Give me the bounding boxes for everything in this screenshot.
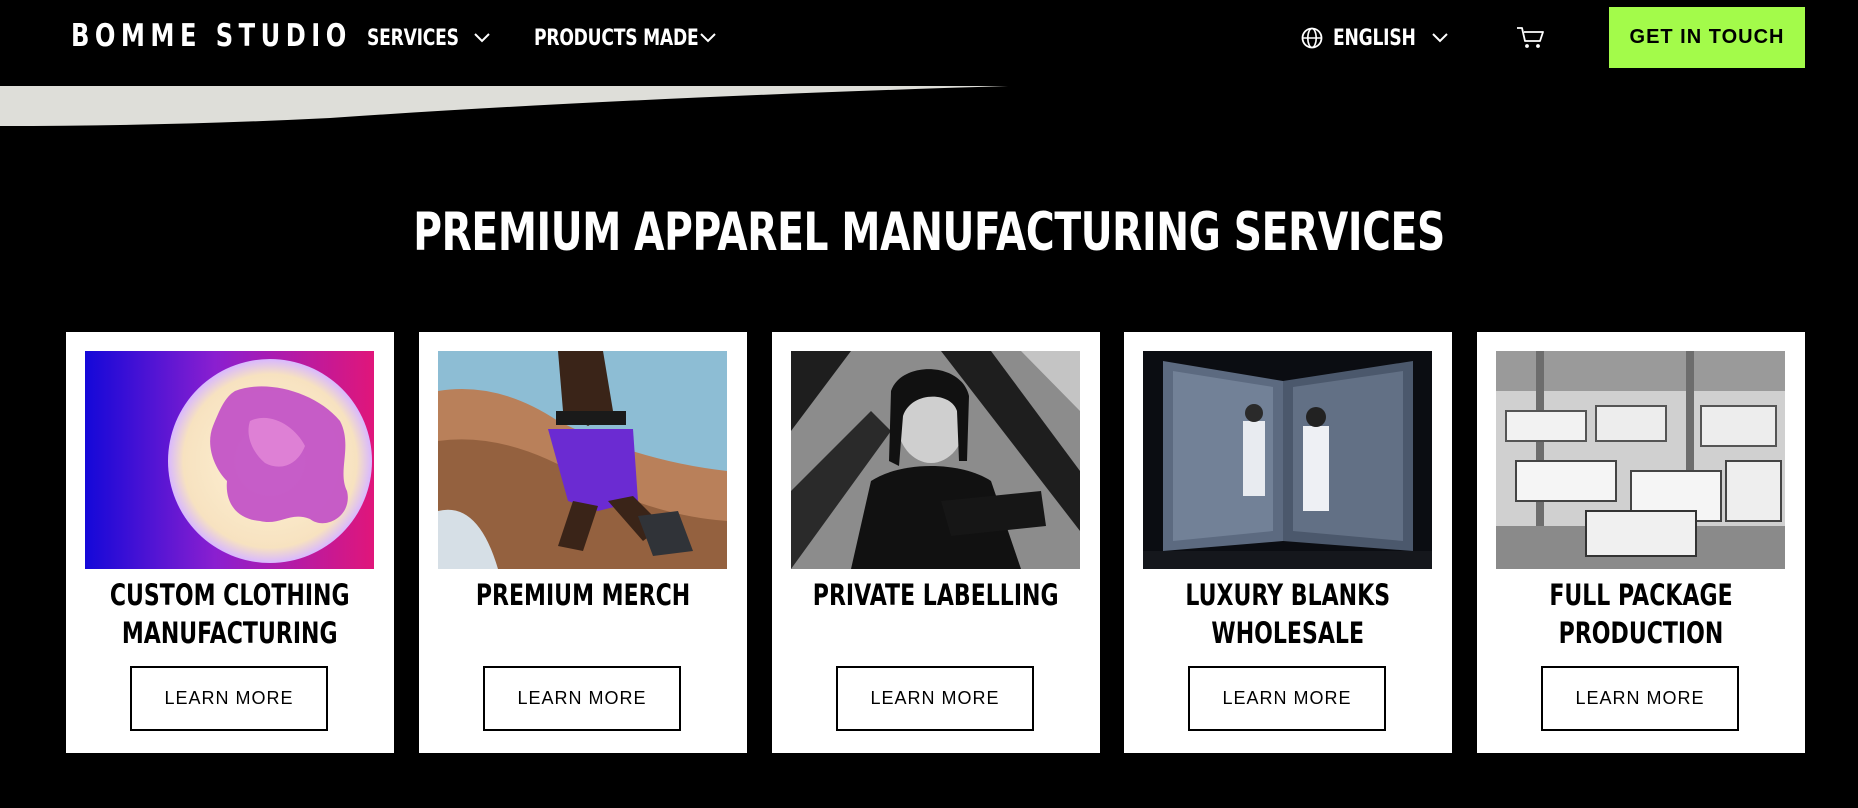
learn-more-button[interactable]: LEARN MORE	[483, 666, 681, 731]
learn-more-button[interactable]: LEARN MORE	[1188, 666, 1386, 731]
learn-more-button[interactable]: LEARN MORE	[836, 666, 1034, 731]
private-labelling-image	[791, 351, 1080, 569]
site-header: BOMME STUDIO SERVICES PRODUCTS MADE ENGL…	[0, 0, 1858, 76]
full-package-image	[1496, 351, 1785, 569]
decorative-swoosh	[0, 86, 1008, 126]
cart-icon[interactable]	[1516, 24, 1546, 52]
nav-services[interactable]: SERVICES	[367, 22, 490, 54]
custom-clothing-title: CUSTOM CLOTHING MANUFACTURING	[66, 576, 394, 652]
language-selector[interactable]: ENGLISH	[1333, 22, 1448, 54]
premium-merch-title-text: PREMIUM MERCH	[475, 578, 691, 612]
section-title-text: PREMIUM APPAREL MANUFACTURING SERVICES	[413, 202, 1445, 263]
luxury-blanks-title: LUXURY BLANKS WHOLESALE	[1124, 576, 1452, 652]
service-card-custom-clothing: CUSTOM CLOTHING MANUFACTURING LEARN MORE	[66, 332, 394, 753]
nav-products-made-label: PRODUCTS MADE	[534, 25, 699, 51]
service-card-luxury-blanks: LUXURY BLANKS WHOLESALE LEARN MORE	[1124, 332, 1452, 753]
private-labelling-title-text: PRIVATE LABELLING	[813, 578, 1059, 612]
full-package-title-text: FULL PACKAGE PRODUCTION	[1549, 578, 1733, 650]
learn-more-button[interactable]: LEARN MORE	[130, 666, 328, 731]
premium-merch-title: PREMIUM MERCH	[419, 576, 747, 614]
get-in-touch-button[interactable]: GET IN TOUCH	[1609, 7, 1805, 68]
premium-merch-image	[438, 351, 727, 569]
custom-clothing-image	[85, 351, 374, 569]
private-labelling-title: PRIVATE LABELLING	[772, 576, 1100, 614]
learn-more-button[interactable]: LEARN MORE	[1541, 666, 1739, 731]
service-card-full-package: FULL PACKAGE PRODUCTION LEARN MORE	[1477, 332, 1805, 753]
chevron-down-icon	[472, 28, 492, 48]
nav-services-label: SERVICES	[367, 25, 459, 51]
luxury-blanks-title-text: LUXURY BLANKS WHOLESALE	[1185, 578, 1391, 650]
page: BOMME STUDIO SERVICES PRODUCTS MADE ENGL…	[0, 0, 1858, 808]
full-package-title: FULL PACKAGE PRODUCTION	[1477, 576, 1805, 652]
service-card-private-labelling: PRIVATE LABELLING LEARN MORE	[772, 332, 1100, 753]
chevron-down-icon	[698, 28, 718, 48]
section-title: PREMIUM APPAREL MANUFACTURING SERVICES	[0, 200, 1858, 266]
luxury-blanks-image	[1143, 351, 1432, 569]
brand-logo[interactable]: BOMME STUDIO	[71, 18, 352, 54]
custom-clothing-title-text: CUSTOM CLOTHING MANUFACTURING	[110, 578, 350, 650]
nav-products-made[interactable]: PRODUCTS MADE	[534, 22, 745, 54]
language-label: ENGLISH	[1333, 25, 1416, 51]
service-card-premium-merch: PREMIUM MERCH LEARN MORE	[419, 332, 747, 753]
globe-icon	[1300, 26, 1324, 50]
chevron-down-icon	[1430, 28, 1450, 48]
